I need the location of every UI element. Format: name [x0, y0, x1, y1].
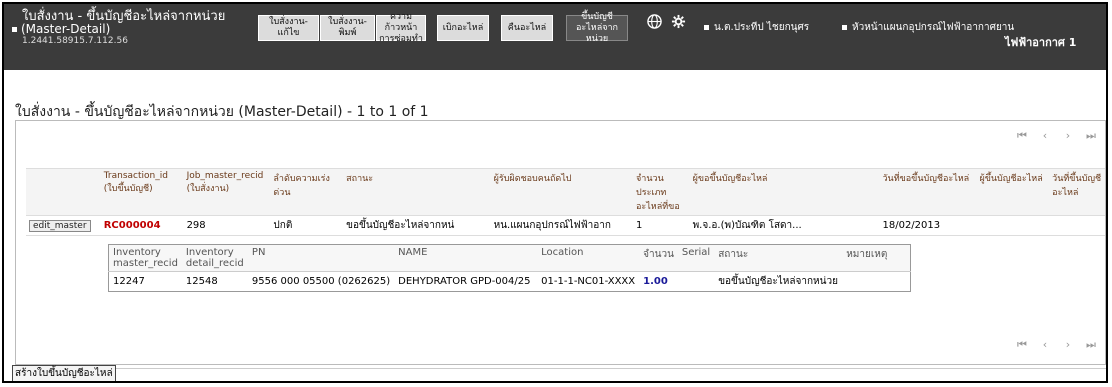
serial-cell — [678, 272, 714, 292]
detail-status-cell: ขอขึ้นบัญชีอะไหล่จากหน่วย — [718, 276, 838, 287]
first-page-icon[interactable]: ⏮ — [1016, 338, 1028, 352]
col-status[interactable]: สถานะ — [343, 168, 491, 216]
nav-repair-progress[interactable]: ความก้าวหน้าการซ่อมทำ — [376, 12, 426, 44]
bullet-icon — [842, 24, 847, 30]
location-cell: 01-1-1-NC01-XXXX — [541, 276, 636, 287]
pn-cell: 9556 000 05500 (0262625) — [251, 276, 391, 287]
first-page-icon[interactable]: ⏮ — [1016, 129, 1028, 143]
last-page-icon[interactable]: ⏭ — [1085, 129, 1097, 143]
approve-date-cell — [1049, 215, 1105, 236]
job-master-recid-cell: 298 — [183, 215, 271, 236]
user-name[interactable]: น.ต.ประทีป ไชยกนุศร — [704, 20, 809, 35]
col-approve-date[interactable]: วันที่ขึ้นบัญชีอะไหล่ — [1049, 168, 1105, 216]
col-pn: PN — [247, 244, 395, 272]
col-remark: หมายเหตุ — [842, 244, 911, 272]
globe-icon[interactable] — [647, 14, 662, 33]
col-location: Location — [537, 244, 640, 272]
col-request-date[interactable]: วันที่ขอขึ้นบัญชีอะไหล่ — [879, 168, 977, 216]
request-date-cell: 18/02/2013 — [879, 215, 977, 236]
edit-master-button[interactable]: edit_master — [29, 220, 91, 232]
col-requester[interactable]: ผู้ขอขึ้นบัญชีอะไหล่ — [689, 168, 880, 216]
inv-master-cell: 12247 — [113, 276, 145, 287]
priority-cell: ปกติ — [270, 215, 344, 236]
col-quantity: จำนวน — [639, 244, 678, 272]
detail-table: Inventory master_recid Inventory detail_… — [108, 244, 912, 292]
pager-top: ⏮ ‹ › ⏭ — [1005, 129, 1097, 143]
prev-page-icon[interactable]: ‹ — [1039, 338, 1051, 351]
part-type-count-cell: 1 — [633, 215, 690, 236]
top-header: ใบสั่งงาน - ขึ้นบัญชีอะไหล่จากหน่วย (Mas… — [4, 4, 1106, 70]
col-job-master-recid[interactable]: Job_master_recid (ใบสั่งงาน) — [183, 168, 271, 216]
col-transaction-id[interactable]: Transaction_id (ใบขึ้นบัญชี) — [100, 168, 184, 216]
col-detail-status: สถานะ — [714, 244, 843, 272]
nav-register-parts[interactable]: ขึ้นบัญชีอะไหล่จากหน่วย — [566, 12, 628, 44]
prev-page-icon[interactable]: ‹ — [1039, 129, 1051, 142]
col-priority[interactable]: ลำดับความเร่งด่วน — [270, 168, 344, 216]
col-next-responsible[interactable]: ผู้รับผิดชอบคนถัดไป — [490, 168, 634, 216]
transaction-id-cell[interactable]: RC000004 — [100, 215, 184, 236]
master-table: Transaction_id (ใบขึ้นบัญชี) Job_master_… — [26, 168, 1105, 236]
table-row: 12247 12548 9556 000 05500 (0262625) DEH… — [109, 272, 911, 292]
remark-cell — [842, 272, 911, 292]
ip-address: 1.2441.58915.7.112.56 — [22, 36, 128, 46]
bullet-icon — [12, 26, 17, 32]
next-page-icon[interactable]: › — [1062, 129, 1074, 142]
nav-job-print[interactable]: ใบสั่งงาน-พิมพ์ — [320, 15, 375, 41]
col-inventory-master: Inventory master_recid — [108, 244, 182, 272]
app-window: ใบสั่งงาน - ขึ้นบัญชีอะไหล่จากหน่วย (Mas… — [2, 2, 1108, 383]
next-page-icon[interactable]: › — [1062, 338, 1074, 351]
col-inventory-detail: Inventory detail_recid — [181, 244, 248, 272]
quantity-cell: 1.00 — [643, 276, 668, 287]
pager-bottom: ⏮ ‹ › ⏭ — [1005, 338, 1097, 352]
name-cell: DEHYDRATOR GPD-004/25 — [398, 276, 531, 287]
status-cell: ขอขึ้นบัญชีอะไหล่จากหน่ — [343, 215, 491, 236]
col-part-type-count[interactable]: จำนวนประเภทอะไหล่ที่ขอ — [633, 168, 690, 216]
app-title-line2: (Master-Detail) — [21, 22, 111, 36]
requester-cell: พ.จ.อ.(พ)บัณฑิต โสดา... — [689, 215, 880, 236]
results-panel: ⏮ ‹ › ⏭ Transaction_id (ใบขึ้นบัญชี) Job_ma… — [15, 120, 1106, 365]
role-sub: ไฟฟ้าอากาศ 1 — [1005, 36, 1077, 49]
last-page-icon[interactable]: ⏭ — [1085, 338, 1097, 352]
nav-job-edit[interactable]: ใบสั่งงาน-แก้ไข — [258, 15, 319, 41]
inv-detail-cell: 12548 — [185, 276, 218, 287]
gear-icon[interactable] — [671, 14, 686, 33]
nav-withdraw-parts[interactable]: เบิกอะไหล่ — [437, 15, 489, 41]
next-responsible-cell: หน.แผนกอุปกรณ์ไฟฟ้าอาก — [490, 215, 634, 236]
col-name: NAME — [394, 244, 538, 272]
app-title: ใบสั่งงาน - ขึ้นบัญชีอะไหล่จากหน่วย (Mas… — [12, 10, 225, 47]
detail-header-row: Inventory master_recid Inventory detail_… — [108, 244, 911, 272]
approver-cell — [976, 215, 1050, 236]
divider — [15, 368, 1106, 369]
nav-return-parts[interactable]: คืนอะไหล่ — [501, 15, 553, 41]
col-approver[interactable]: ผู้ขึ้นบัญชีอะไหล่ — [976, 168, 1050, 216]
master-header-row: Transaction_id (ใบขึ้นบัญชี) Job_master_… — [26, 168, 1105, 216]
create-register-link[interactable]: สร้างใบขึ้นบัญชีอะไหล่ — [12, 365, 116, 381]
role-name[interactable]: หัวหน้าแผนกอุปกรณ์ไฟฟ้าอากาศยาน — [842, 20, 1014, 35]
bullet-icon — [704, 24, 709, 30]
col-serial: Serial — [677, 244, 715, 272]
table-row: edit_master RC000004 298 ปกติ ขอขึ้นบัญช… — [26, 215, 1105, 236]
